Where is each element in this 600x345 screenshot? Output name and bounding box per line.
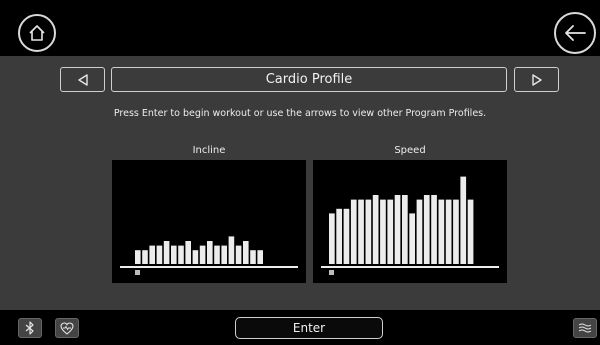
speed-bar	[453, 199, 459, 264]
previous-profile-button[interactable]	[60, 67, 105, 92]
speed-bar	[438, 199, 445, 264]
incline-chart-label: Incline	[192, 145, 226, 156]
speed-bar	[460, 176, 467, 264]
bluetooth-button[interactable]	[18, 318, 42, 338]
incline-bar	[243, 241, 249, 264]
incline-segment-marker	[135, 270, 140, 275]
speed-bar	[380, 199, 386, 264]
incline-bar	[192, 250, 199, 264]
incline-bar	[199, 245, 206, 264]
speed-bar	[402, 195, 408, 264]
speed-bar	[416, 199, 423, 264]
incline-bar	[235, 245, 242, 264]
bluetooth-icon	[25, 321, 34, 335]
speed-chart	[313, 160, 507, 283]
triangle-left-icon	[77, 73, 88, 86]
speed-baseline	[321, 266, 499, 268]
incline-bar	[156, 245, 163, 264]
speed-bar	[350, 199, 357, 264]
speed-bar	[467, 199, 474, 264]
speed-bar	[336, 208, 342, 264]
speed-bar	[409, 213, 415, 264]
speed-chart-label: Speed	[394, 145, 426, 156]
incline-bar	[185, 241, 191, 264]
home-icon	[29, 25, 45, 41]
incline-bar	[214, 245, 220, 264]
incline-bar	[257, 250, 263, 264]
fan-wind-icon	[578, 323, 592, 333]
instructions-text: Press Enter to begin workout or use the …	[113, 108, 487, 119]
speed-bar	[387, 199, 394, 264]
incline-chart	[112, 160, 306, 283]
top-bar	[0, 0, 600, 56]
profile-title: Cardio Profile	[111, 67, 507, 92]
fan-button[interactable]	[573, 318, 597, 338]
speed-bar	[358, 199, 364, 264]
triangle-right-icon	[531, 73, 542, 86]
speed-bar	[423, 195, 430, 264]
next-profile-button[interactable]	[514, 67, 559, 92]
speed-bar	[372, 195, 379, 264]
speed-segment-marker	[329, 270, 334, 275]
incline-bar	[135, 250, 141, 264]
incline-baseline	[120, 266, 298, 268]
back-button[interactable]	[554, 12, 596, 54]
incline-bar	[163, 241, 170, 264]
heart-rate-button[interactable]	[55, 318, 79, 338]
speed-bar	[365, 199, 372, 264]
speed-bar	[431, 195, 437, 264]
incline-bar	[250, 250, 256, 264]
speed-bar	[343, 208, 350, 264]
incline-bar	[149, 245, 155, 264]
enter-button[interactable]: Enter	[235, 317, 383, 339]
incline-bar	[178, 245, 184, 264]
incline-bar	[142, 250, 148, 264]
speed-bar	[394, 195, 401, 264]
back-arrow-icon	[565, 25, 586, 41]
speed-chart-svg	[321, 176, 499, 275]
incline-bar	[171, 245, 177, 264]
home-button[interactable]	[18, 14, 56, 52]
heart-rate-icon	[60, 321, 74, 335]
incline-bar	[221, 245, 227, 264]
speed-bar	[329, 213, 335, 264]
speed-bar	[445, 199, 452, 264]
incline-bar	[207, 241, 213, 264]
incline-bar	[228, 236, 235, 264]
incline-chart-svg	[120, 236, 298, 275]
